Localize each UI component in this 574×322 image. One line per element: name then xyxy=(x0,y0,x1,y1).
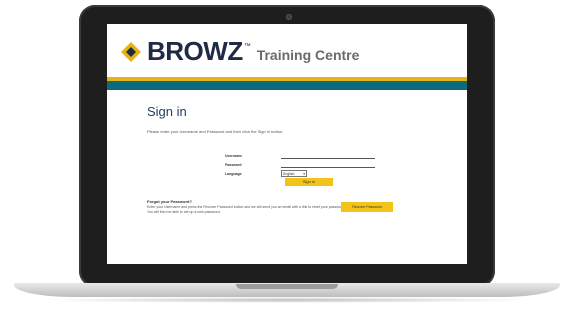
signin-button[interactable]: Sign in xyxy=(285,178,333,186)
chevron-down-icon: ▾ xyxy=(303,171,305,176)
language-value: English xyxy=(283,171,295,176)
brand-logo: BROWZ ™ Training Centre xyxy=(119,36,359,67)
header-teal-band xyxy=(107,81,467,90)
forgot-password-line-1: Enter your Username and press the Recove… xyxy=(147,205,345,209)
laptop-base-notch xyxy=(236,284,338,289)
forgot-password-title: Forgot your Password? xyxy=(147,199,192,204)
diamond-logo-icon xyxy=(121,42,141,62)
recover-password-button[interactable]: Recover Password xyxy=(341,202,393,212)
language-label: Language xyxy=(225,171,242,176)
laptop-shadow xyxy=(40,297,534,303)
language-select[interactable]: English ▾ xyxy=(281,170,307,177)
username-label: Username xyxy=(225,153,242,158)
language-row: Language English ▾ xyxy=(225,170,375,177)
webcam xyxy=(286,14,292,20)
forgot-password-line-2: You will then be able to set up a new pa… xyxy=(147,210,221,214)
signin-instructions: Please enter your Username and Password … xyxy=(147,129,284,134)
brand-name: BROWZ xyxy=(147,36,243,66)
page-title: Sign in xyxy=(147,104,187,119)
laptop-screen: BROWZ ™ Training Centre Sign in Please e… xyxy=(107,24,467,264)
password-input[interactable] xyxy=(281,162,375,168)
brand-subtitle: Training Centre xyxy=(256,47,360,63)
username-input[interactable] xyxy=(281,153,375,159)
password-row: Password xyxy=(225,161,375,168)
signin-form: Username Password Language English ▾ xyxy=(225,152,375,179)
username-row: Username xyxy=(225,152,375,159)
password-label: Password xyxy=(225,162,242,167)
brand-trademark: ™ xyxy=(243,43,251,50)
